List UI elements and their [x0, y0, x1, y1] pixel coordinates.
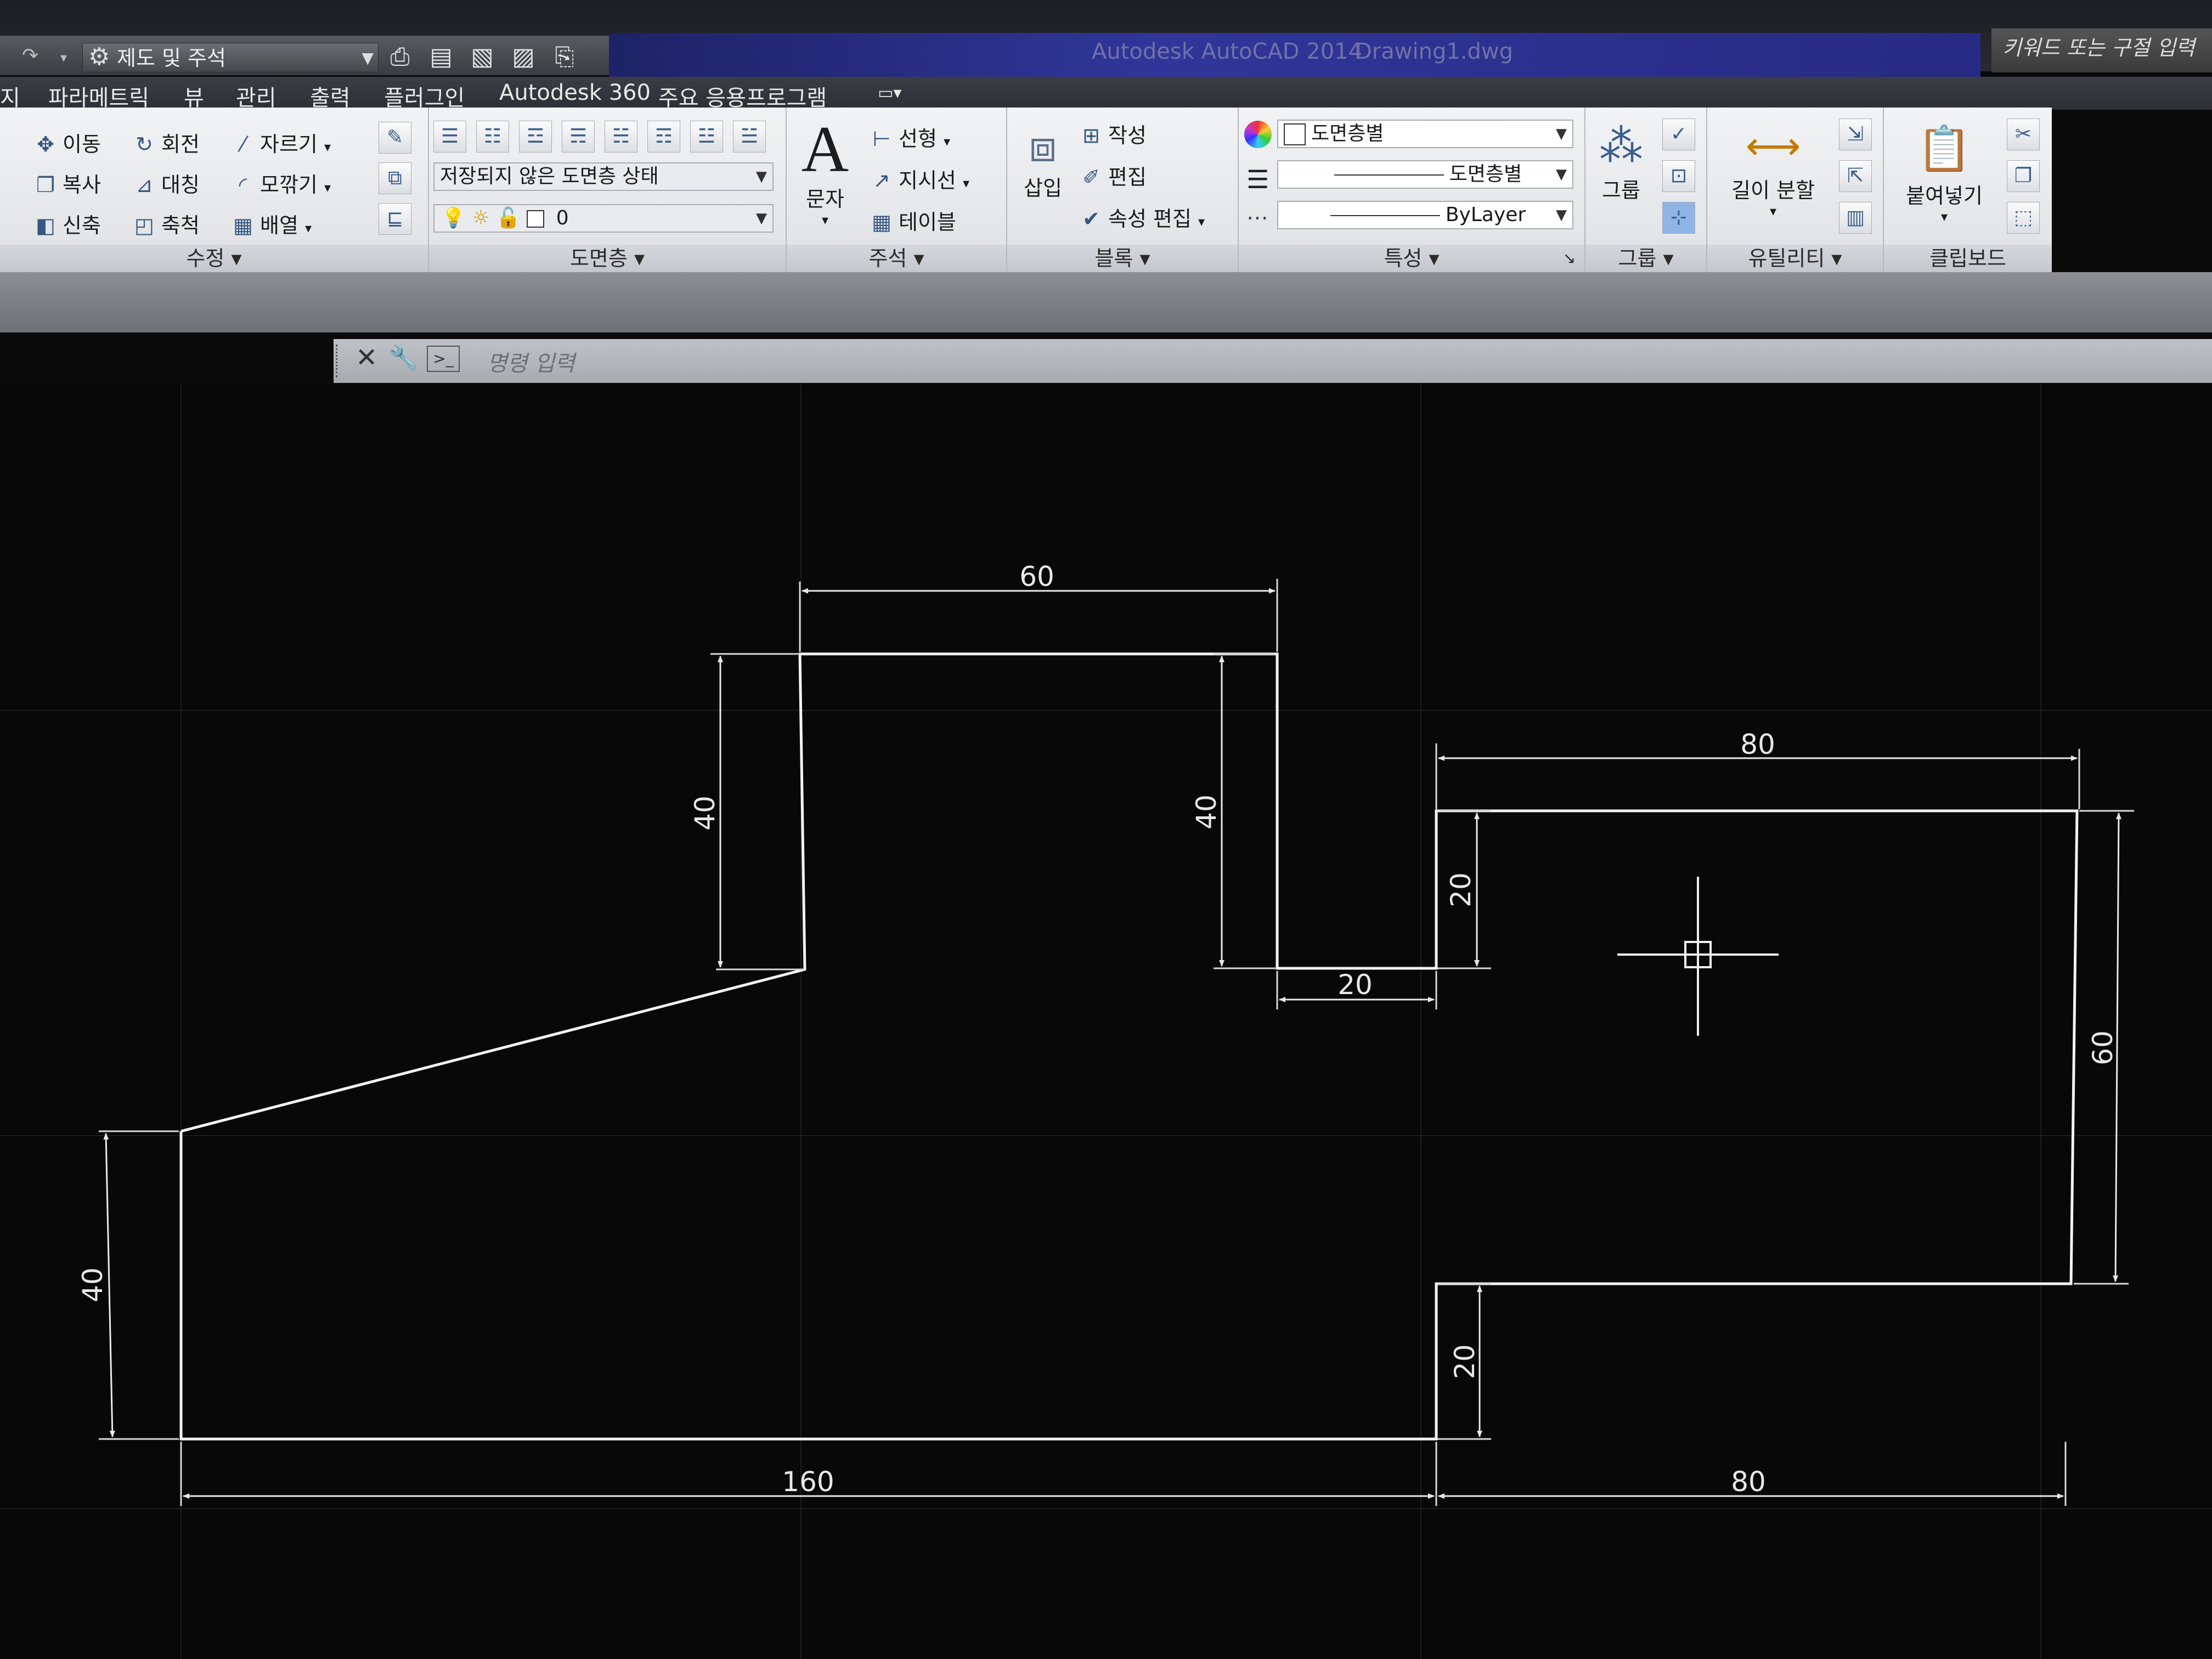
- extension-lines: [99, 579, 2134, 1506]
- dim-left-height: 40: [689, 795, 721, 831]
- dim-notch-width: 20: [1338, 969, 1373, 1001]
- dim-right-width: 80: [1740, 729, 1775, 760]
- dim-notch-depth: 20: [1445, 872, 1477, 907]
- object-outline: [179, 652, 2079, 1441]
- dim-top-width: 60: [1019, 561, 1054, 592]
- dim-inner-height: 40: [1190, 794, 1222, 830]
- model-space-drawing: 60 40 40 80 20 20 60 20 40 160 80: [0, 384, 2212, 1659]
- dim-bottom-right: 80: [1731, 1466, 1766, 1498]
- dim-right-height: 60: [2087, 1030, 2119, 1065]
- dimension-lines: [103, 588, 2121, 1499]
- dimension-texts: 60 40 40 80 20 20 60 20 40 160 80: [77, 561, 2119, 1498]
- dim-left-bottom-height: 40: [77, 1267, 109, 1302]
- dim-bottom-left: 160: [782, 1466, 834, 1498]
- crosshair-cursor-icon: [1617, 877, 1779, 1036]
- drawing-grid: [0, 384, 2212, 1659]
- dim-lower-notch: 20: [1449, 1344, 1481, 1379]
